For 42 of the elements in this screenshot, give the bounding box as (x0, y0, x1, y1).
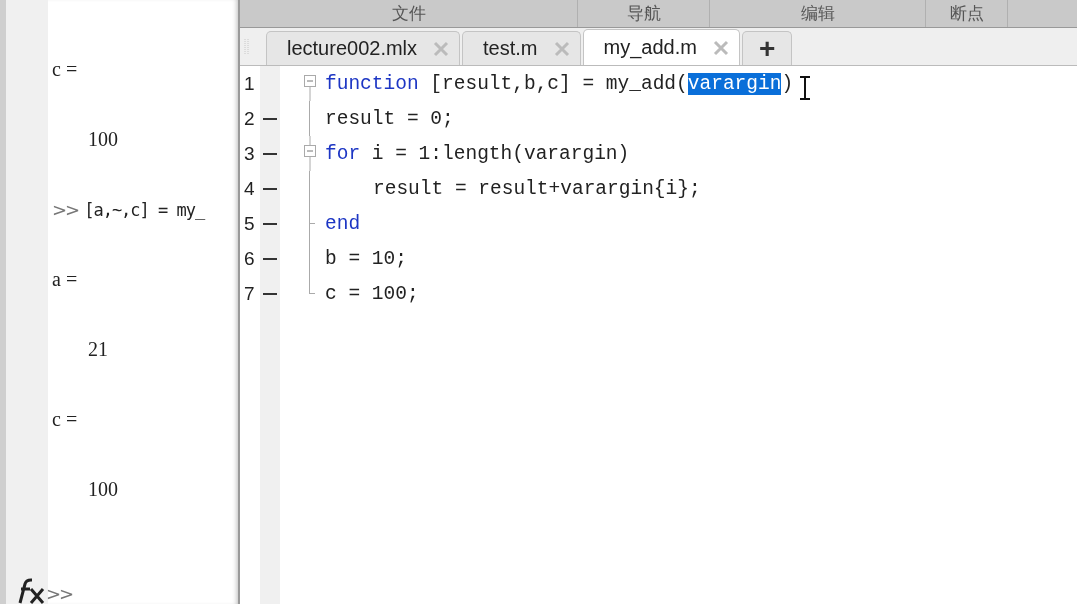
line-number: 6 (243, 247, 256, 270)
output-label: a = (52, 268, 78, 291)
fold-guide-line (309, 241, 310, 276)
output-value: 100 (87, 478, 118, 501)
close-icon (553, 40, 570, 57)
toolbar-section-label[interactable]: 断点 (926, 0, 1008, 27)
code-line: result = 0; (325, 107, 454, 130)
output-label: c = (52, 58, 78, 81)
fold-toggle-icon (304, 136, 316, 171)
command-text: [a,~,c] = my_ (83, 199, 205, 220)
file-tab[interactable]: my_add.m (582, 29, 740, 65)
line-number: 2 (243, 107, 256, 130)
close-icon (712, 39, 729, 56)
line-number: 1 (243, 72, 256, 95)
fold-guide-line (309, 171, 310, 206)
prompt: >> (46, 583, 73, 604)
file-tab[interactable]: lecture002.mlx (266, 31, 461, 65)
line-number: 4 (243, 177, 256, 200)
prompt: >> (52, 199, 79, 220)
fold-end-icon (309, 206, 315, 241)
text-cursor-icon (798, 76, 812, 100)
toolbar-section-label[interactable]: 文件 (240, 0, 578, 27)
code-line: result = result+varargin{i}; (373, 177, 701, 200)
line-number: 5 (243, 212, 256, 235)
code-line: function [result,b,c] = my_add(varargin) (325, 72, 794, 95)
code-line: end (325, 212, 361, 235)
code-line: for i = 1:length(varargin) (325, 142, 630, 165)
line-number: 7 (243, 282, 256, 305)
output-value: 100 (87, 128, 118, 151)
code-line: b = 10; (325, 247, 407, 270)
line-number: 3 (243, 142, 256, 165)
toolbar-section-label[interactable]: 编辑 (710, 0, 926, 27)
file-tab[interactable]: test.m (462, 31, 581, 65)
code-line: c = 100; (325, 282, 419, 305)
fold-end-icon (309, 276, 315, 294)
output-label: c = (52, 408, 78, 431)
close-icon (433, 40, 450, 57)
toolbar-section-label[interactable]: 导航 (578, 0, 710, 27)
output-value: 21 (87, 338, 108, 361)
fx-icon (16, 578, 46, 604)
new-tab-button[interactable]: + (741, 31, 793, 65)
fold-guide-line (309, 101, 310, 136)
